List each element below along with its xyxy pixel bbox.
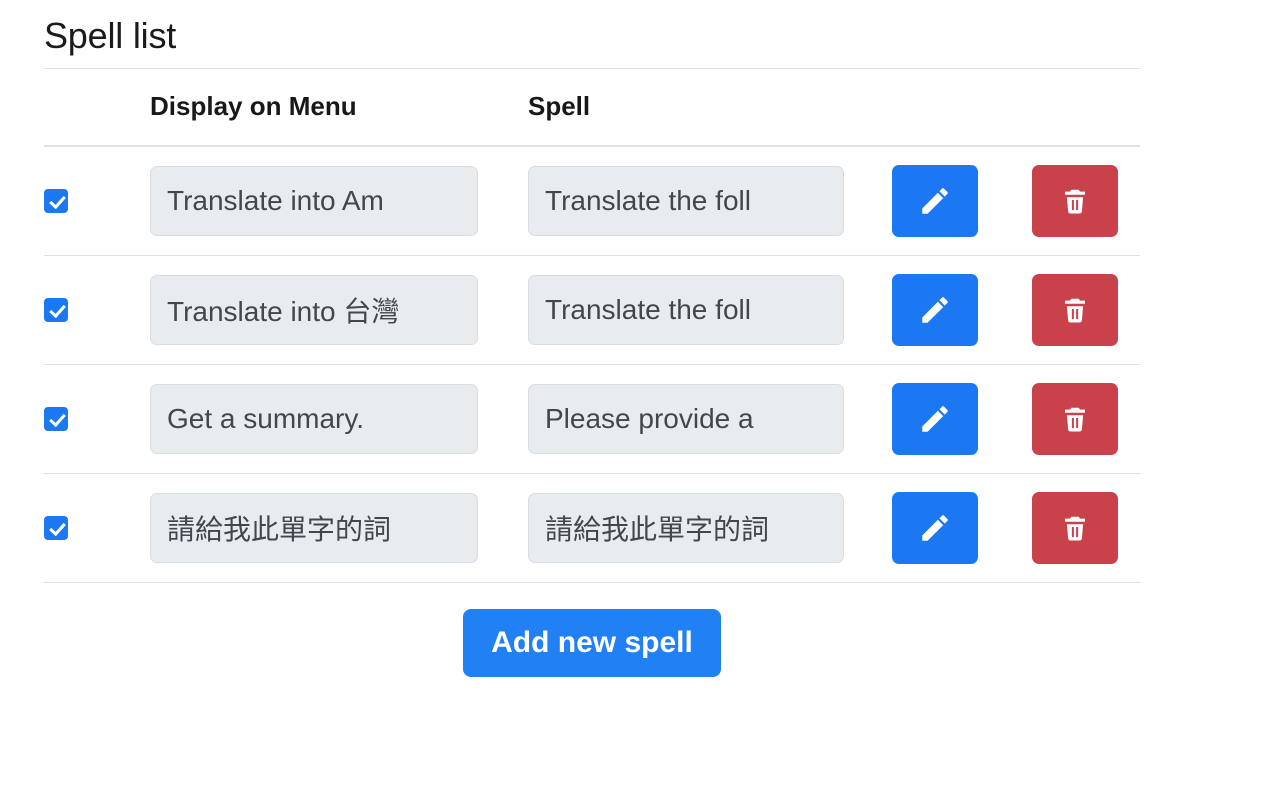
spell-cell	[528, 365, 892, 474]
delete-spell-button[interactable]	[1032, 383, 1118, 455]
table-body	[44, 146, 1140, 583]
delete-cell	[1032, 146, 1140, 256]
spell-list-table: Display on Menu Spell	[44, 68, 1140, 583]
trash-icon	[1060, 404, 1090, 434]
display-on-menu-cell	[150, 256, 528, 365]
spell-input[interactable]	[528, 384, 844, 454]
spell-cell	[528, 474, 892, 583]
delete-spell-button[interactable]	[1032, 165, 1118, 237]
column-header-delete	[1032, 69, 1140, 147]
display-on-menu-cell	[150, 146, 528, 256]
spell-list-page: Spell list Display on Menu Spell Add new…	[0, 0, 1280, 800]
table-footer: Add new spell	[44, 583, 1140, 677]
edit-cell	[892, 256, 1032, 365]
edit-spell-button[interactable]	[892, 274, 978, 346]
pencil-icon	[918, 184, 952, 218]
table-header: Display on Menu Spell	[44, 69, 1140, 147]
spell-cell	[528, 256, 892, 365]
edit-cell	[892, 146, 1032, 256]
trash-icon	[1060, 186, 1090, 216]
column-header-edit	[892, 69, 1032, 147]
enable-spell-checkbox[interactable]	[44, 189, 68, 213]
display-on-menu-cell	[150, 474, 528, 583]
row-checkbox-cell	[44, 146, 150, 256]
row-checkbox-cell	[44, 474, 150, 583]
pencil-icon	[918, 511, 952, 545]
edit-spell-button[interactable]	[892, 492, 978, 564]
delete-cell	[1032, 256, 1140, 365]
trash-icon	[1060, 513, 1090, 543]
display-on-menu-input[interactable]	[150, 384, 478, 454]
pencil-icon	[918, 293, 952, 327]
spell-input[interactable]	[528, 275, 844, 345]
trash-icon	[1060, 295, 1090, 325]
column-header-display-on-menu: Display on Menu	[150, 69, 528, 147]
column-header-checkbox	[44, 69, 150, 147]
column-header-spell: Spell	[528, 69, 892, 147]
display-on-menu-input[interactable]	[150, 493, 478, 563]
delete-spell-button[interactable]	[1032, 274, 1118, 346]
delete-cell	[1032, 474, 1140, 583]
add-new-spell-button[interactable]: Add new spell	[463, 609, 721, 677]
display-on-menu-input[interactable]	[150, 275, 478, 345]
spell-input[interactable]	[528, 493, 844, 563]
table-row	[44, 146, 1140, 256]
edit-spell-button[interactable]	[892, 165, 978, 237]
display-on-menu-cell	[150, 365, 528, 474]
row-checkbox-cell	[44, 365, 150, 474]
edit-cell	[892, 474, 1032, 583]
pencil-icon	[918, 402, 952, 436]
edit-cell	[892, 365, 1032, 474]
enable-spell-checkbox[interactable]	[44, 298, 68, 322]
table-row	[44, 256, 1140, 365]
edit-spell-button[interactable]	[892, 383, 978, 455]
spell-cell	[528, 146, 892, 256]
spell-input[interactable]	[528, 166, 844, 236]
enable-spell-checkbox[interactable]	[44, 516, 68, 540]
table-header-row: Display on Menu Spell	[44, 69, 1140, 147]
display-on-menu-input[interactable]	[150, 166, 478, 236]
delete-spell-button[interactable]	[1032, 492, 1118, 564]
page-title: Spell list	[0, 0, 1280, 68]
table-row	[44, 365, 1140, 474]
table-row	[44, 474, 1140, 583]
delete-cell	[1032, 365, 1140, 474]
enable-spell-checkbox[interactable]	[44, 407, 68, 431]
row-checkbox-cell	[44, 256, 150, 365]
